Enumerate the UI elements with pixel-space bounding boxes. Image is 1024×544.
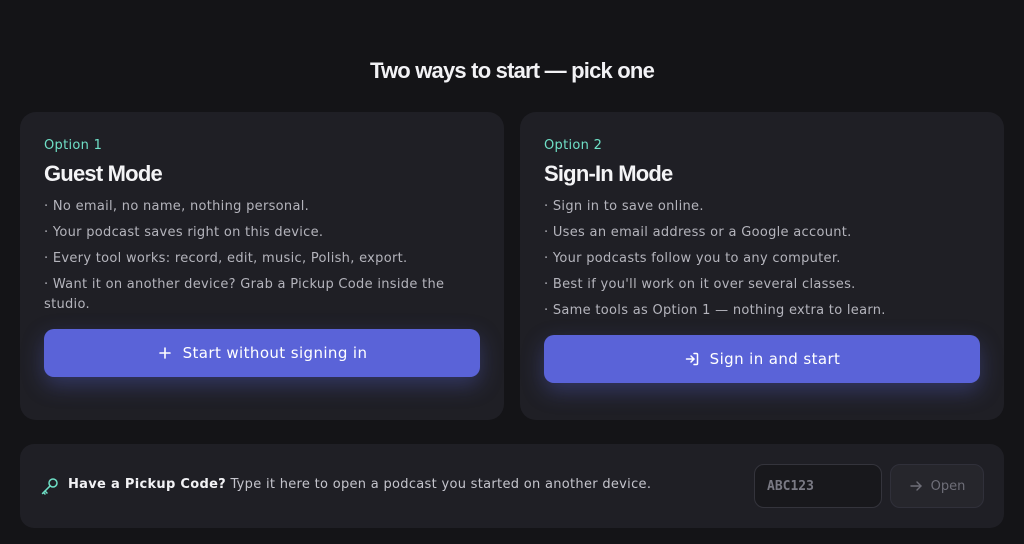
list-item: · Best if you'll work on it over several… <box>544 277 856 292</box>
open-button-label: Open <box>930 478 966 494</box>
list-item: · No email, no name, nothing personal. <box>44 199 310 214</box>
arrow-right-icon <box>909 481 922 491</box>
signin-feature-list: · Sign in to save online. · Uses an emai… <box>544 197 980 321</box>
open-button[interactable]: Open <box>890 464 984 508</box>
guest-feature-list: · No email, no name, nothing personal. ·… <box>44 197 480 315</box>
start-without-signing-in-label: Start without signing in <box>182 344 368 362</box>
pickup-code-prompt: Have a Pickup Code? Type it here to open… <box>68 477 651 492</box>
list-item: · Sign in to save online. <box>544 199 704 214</box>
guest-mode-title: Guest Mode <box>44 161 163 186</box>
list-item: · Uses an email address or a Google acco… <box>544 225 852 240</box>
login-icon <box>685 352 698 366</box>
pickup-code-heading: Have a Pickup Code? <box>68 477 227 492</box>
signin-option-label: Option 2 <box>544 138 603 153</box>
start-without-signing-in-button[interactable]: Start without signing in <box>44 329 480 377</box>
sign-in-and-start-button[interactable]: Sign in and start <box>544 335 980 383</box>
pickup-code-description: Type it here to open a podcast you start… <box>226 477 652 492</box>
guest-option-label: Option 1 <box>44 138 103 153</box>
guest-mode-card: Option 1 Guest Mode · No email, no name,… <box>20 112 504 420</box>
list-item: · Same tools as Option 1 — nothing extra… <box>544 303 886 318</box>
pickup-code-input[interactable] <box>754 464 882 508</box>
list-item: · Every tool works: record, edit, music,… <box>44 251 408 266</box>
list-item: · Your podcast saves right on this devic… <box>44 225 324 240</box>
key-icon <box>41 478 58 495</box>
plus-icon <box>158 347 171 359</box>
list-item: · Want it on another device? Grab a Pick… <box>44 277 445 312</box>
list-item: · Your podcasts follow you to any comput… <box>544 251 841 266</box>
pickup-code-bar: Have a Pickup Code? Type it here to open… <box>20 444 1004 528</box>
sign-in-and-start-label: Sign in and start <box>709 350 841 368</box>
sign-in-mode-card: Option 2 Sign-In Mode · Sign in to save … <box>520 112 1004 420</box>
page-title: Two ways to start — pick one <box>369 58 655 83</box>
sign-in-mode-title: Sign-In Mode <box>544 161 673 186</box>
